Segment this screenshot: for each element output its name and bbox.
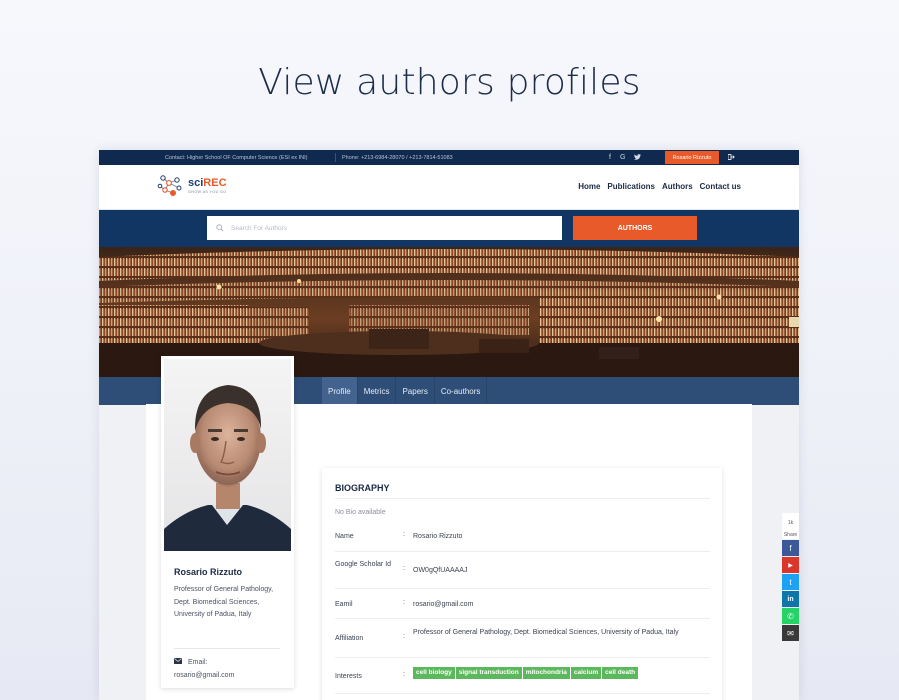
author-email-block: Email: rosario@gmail.com [174, 657, 289, 682]
field-row-affiliation: Affiliation : Professor of General Patho… [335, 627, 710, 659]
author-position: Professor of General Pathology, Dept. Bi… [174, 586, 274, 618]
field-value: OW0gQfUAAAAJ [413, 567, 468, 574]
row-divider [335, 657, 710, 658]
logo-tagline: GROW AS YOU GO [188, 190, 227, 194]
author-photo [164, 359, 291, 551]
share-sidebar: 1k Share f ▶ t in ✆ ✉ [782, 513, 799, 641]
field-label: Affiliation [335, 635, 364, 642]
logo-network-icon [157, 175, 182, 196]
share-count: 1k Share [782, 513, 799, 539]
browser-screenshot: Contact: Higher School OF Computer Scien… [99, 150, 799, 700]
row-divider [335, 588, 710, 589]
field-value[interactable]: rosario@gmail.com [413, 599, 710, 611]
share-twitter-icon[interactable]: t [782, 574, 799, 590]
field-label: Google Scholar Id [335, 561, 392, 568]
field-colon: : [403, 565, 405, 572]
field-label: Interests [335, 673, 362, 680]
row-divider [335, 551, 710, 552]
share-linkedin-icon[interactable]: in [782, 591, 799, 607]
interest-tag[interactable]: calcium [570, 667, 602, 679]
tab-divider [486, 377, 488, 405]
main-navbar: sciREC GROW AS YOU GO Home Publications … [99, 165, 799, 210]
field-colon: : [403, 671, 405, 678]
hero-title: View authors profiles [258, 62, 641, 103]
tab-metrics[interactable]: Metrics [358, 377, 396, 405]
biography-card: BIOGRAPHY No Bio available Name : Rosari… [322, 468, 722, 700]
search-icon [216, 224, 224, 232]
author-name: Rosario Rizzuto [174, 567, 243, 577]
no-bio-text: No Bio available [335, 509, 386, 516]
top-bar: Contact: Higher School OF Computer Scien… [99, 150, 799, 165]
envelope-icon [174, 657, 188, 670]
field-row-name: Name : Rosario Rizzuto [335, 531, 710, 552]
user-account-button[interactable]: Rosario Rizzuto [665, 151, 719, 164]
tab-profile[interactable]: Profile [322, 377, 357, 405]
email-label: Email: [188, 659, 208, 666]
phone-info: Phone: +213-6984-28070 / +213-7814-51083 [342, 154, 453, 161]
nav-home[interactable]: Home [578, 182, 600, 191]
share-facebook-icon[interactable]: f [782, 540, 799, 556]
field-row-scholar-id: Google Scholar Id : OW0gQfUAAAAJ [335, 559, 710, 589]
title-divider [335, 498, 710, 499]
interest-tag[interactable]: mitochondria [522, 667, 570, 679]
field-label: Name [335, 533, 354, 540]
author-search-input[interactable]: Search For Authors [207, 216, 562, 240]
topbar-divider [335, 153, 336, 162]
row-divider [335, 618, 710, 619]
scirec-logo[interactable]: sciREC GROW AS YOU GO [157, 174, 227, 198]
share-email-icon[interactable]: ✉ [782, 625, 799, 641]
logout-icon[interactable] [727, 153, 735, 162]
interest-tags: cell biology signal transduction mitochond… [413, 667, 710, 679]
nav-contact-us[interactable]: Contact us [700, 182, 741, 191]
field-label: Eamil [335, 601, 353, 608]
author-card: Rosario Rizzuto Professor of General Pat… [161, 356, 294, 688]
logo-wordmark: sciREC [188, 178, 227, 189]
share-youtube-icon[interactable]: ▶ [782, 557, 799, 573]
share-label: Share [783, 532, 798, 538]
field-colon: : [403, 633, 405, 640]
nav-publications[interactable]: Publications [607, 182, 655, 191]
logo-wordmark-sci: sci [188, 177, 204, 189]
author-email-link[interactable]: rosario@gmail.com [174, 672, 234, 679]
google-icon[interactable]: G [620, 154, 625, 162]
tab-papers[interactable]: Papers [396, 377, 433, 405]
field-value: Rosario Rizzuto [413, 533, 463, 540]
field-value: Professor of General Pathology, Dept. Bi… [413, 629, 679, 636]
field-colon: : [403, 531, 405, 538]
logo-wordmark-rec: REC [203, 177, 227, 189]
card-divider [174, 648, 280, 649]
social-links: f G [609, 153, 642, 162]
field-row-interests: Interests : cell biology signal transduct… [335, 667, 710, 695]
biography-title: BIOGRAPHY [335, 483, 390, 493]
share-count-number: 1k [787, 520, 794, 526]
field-colon: : [403, 599, 405, 606]
tab-co-authors[interactable]: Co-authors [435, 377, 487, 405]
facebook-icon[interactable]: f [609, 154, 611, 162]
interest-tag[interactable]: signal transduction [455, 667, 522, 679]
row-divider [335, 693, 710, 694]
share-whatsapp-icon[interactable]: ✆ [782, 608, 799, 624]
twitter-icon[interactable] [634, 153, 642, 162]
interest-tag[interactable]: cell death [602, 667, 639, 679]
nav-menu: Home Publications Authors Contact us [578, 182, 741, 191]
authors-search-button[interactable]: AUTHORS [573, 216, 697, 240]
contact-info: Contact: Higher School OF Computer Scien… [165, 154, 308, 161]
interest-tag[interactable]: cell biology [413, 667, 455, 679]
search-placeholder: Search For Authors [231, 224, 287, 232]
search-band: Search For Authors AUTHORS [99, 210, 799, 247]
nav-authors[interactable]: Authors [662, 182, 693, 191]
field-row-email: Eamil : rosario@gmail.com [335, 599, 710, 619]
